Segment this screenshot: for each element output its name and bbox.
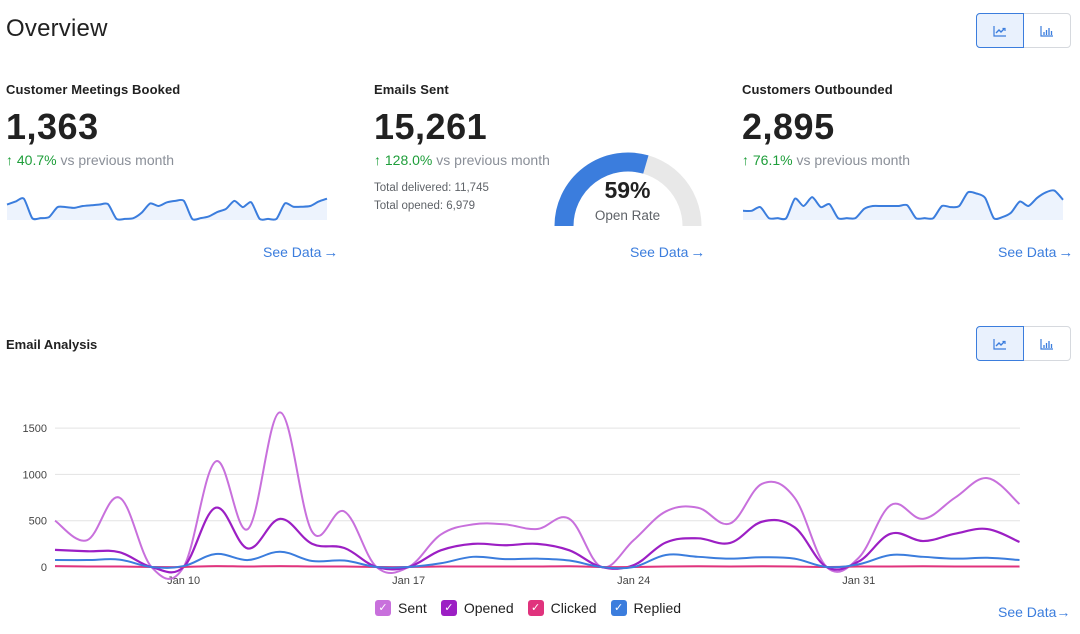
chart-legend: ✓ Sent ✓ Opened ✓ Clicked ✓ Replied	[375, 600, 681, 616]
arrow-right-icon: →	[690, 244, 706, 261]
x-tick-label: Jan 24	[617, 575, 650, 587]
y-tick-label: 1000	[23, 469, 47, 481]
see-data-link[interactable]: See Data→	[998, 244, 1073, 261]
card-value: 1,363	[6, 106, 99, 147]
series-line-sent	[54, 411, 1021, 580]
see-data-label: See Data	[630, 244, 689, 260]
bar-chart-icon	[1040, 338, 1053, 350]
legend-label: Clicked	[550, 600, 597, 616]
series-line-opened	[54, 506, 1020, 574]
card-delta: ↑ 76.1% vs previous month	[742, 152, 1080, 168]
delta-arrow-icon: ↑	[742, 152, 749, 168]
series-line-clicked	[54, 565, 1020, 569]
card-value: 2,895	[742, 106, 835, 147]
checkbox-checked-icon[interactable]: ✓	[440, 600, 457, 616]
checkbox-checked-icon[interactable]: ✓	[527, 600, 544, 616]
card-customer-meetings: Customer Meetings Booked 1,363 ↑ 40.7% v…	[6, 82, 346, 261]
delta-value: 76.1%	[752, 152, 793, 168]
card-value: 15,261	[374, 106, 488, 147]
delta-arrow-icon: ↑	[6, 152, 13, 168]
delta-arrow-icon: ↑	[374, 152, 381, 168]
see-data-label: See Data	[998, 604, 1057, 620]
legend-label: Replied	[633, 600, 682, 616]
y-axis-ticks: 0 500 1000 1500	[23, 423, 47, 574]
x-tick-label: Jan 10	[167, 575, 200, 587]
line-chart-icon	[993, 25, 1006, 37]
series-lines	[54, 411, 1021, 580]
line-chart-icon	[993, 338, 1006, 350]
x-tick-label: Jan 31	[842, 575, 875, 587]
delta-value: 40.7%	[16, 152, 57, 168]
email-analysis-chart: 050010001500 Jan 10Jan 17Jan 24Jan 31F	[23, 411, 1021, 587]
delta-suffix: vs previous month	[792, 152, 911, 168]
arrow-right-icon: →	[323, 244, 339, 261]
y-tick-label: 0	[41, 562, 47, 574]
line-view-button[interactable]	[976, 326, 1024, 361]
checkbox-checked-icon[interactable]: ✓	[375, 600, 391, 616]
legend-item-sent[interactable]: ✓ Sent	[375, 600, 427, 616]
see-data-label: See Data	[263, 244, 322, 260]
see-data-link[interactable]: See Data→	[630, 244, 705, 261]
x-axis-ticks: Jan 10Jan 17Jan 24Jan 31F	[167, 575, 875, 587]
legend-label: Opened	[463, 600, 514, 616]
y-tick-label: 1500	[23, 423, 47, 435]
arrow-right-icon: →	[1058, 244, 1074, 261]
sparkline-meetings	[6, 197, 328, 221]
y-tick-label: 500	[29, 516, 47, 528]
legend-label: Sent	[398, 600, 427, 616]
bar-chart-icon	[1040, 25, 1053, 37]
legend-item-replied[interactable]: ✓ Replied	[610, 600, 682, 616]
card-title: Customers Outbounded	[742, 82, 893, 97]
see-data-label: See Data	[998, 244, 1057, 260]
legend-item-opened[interactable]: ✓ Opened	[440, 600, 514, 616]
page-title: Overview	[6, 15, 108, 42]
sparkline-outbounded	[742, 189, 1064, 221]
checkbox-checked-icon[interactable]: ✓	[610, 600, 627, 616]
x-tick-label: Jan 17	[392, 575, 425, 587]
see-data-link[interactable]: See Data→	[998, 604, 1070, 620]
overview-chart-type-toggle	[976, 13, 1071, 48]
bar-view-button[interactable]	[1024, 14, 1070, 47]
card-title: Customer Meetings Booked	[6, 82, 181, 97]
see-data-link[interactable]: See Data→	[263, 244, 338, 261]
delta-suffix: vs previous month	[432, 152, 550, 168]
line-view-button[interactable]	[976, 13, 1024, 48]
card-delta: ↑ 40.7% vs previous month	[6, 152, 346, 168]
card-customers-outbounded: Customers Outbounded 2,895 ↑ 76.1% vs pr…	[742, 82, 1080, 261]
delta-suffix: vs previous month	[56, 152, 175, 168]
legend-item-clicked[interactable]: ✓ Clicked	[527, 600, 597, 616]
arrow-right-icon: →	[1056, 604, 1071, 620]
bar-view-button[interactable]	[1024, 327, 1070, 360]
gauge-value: 59%	[604, 177, 651, 203]
delta-value: 128.0%	[384, 152, 433, 168]
email-chart-type-toggle	[976, 326, 1071, 361]
open-rate-gauge: 59% Open Rate	[550, 148, 710, 230]
card-title: Emails Sent	[374, 82, 449, 97]
section-title-email-analysis: Email Analysis	[6, 337, 98, 352]
gauge-label: Open Rate	[594, 208, 661, 223]
